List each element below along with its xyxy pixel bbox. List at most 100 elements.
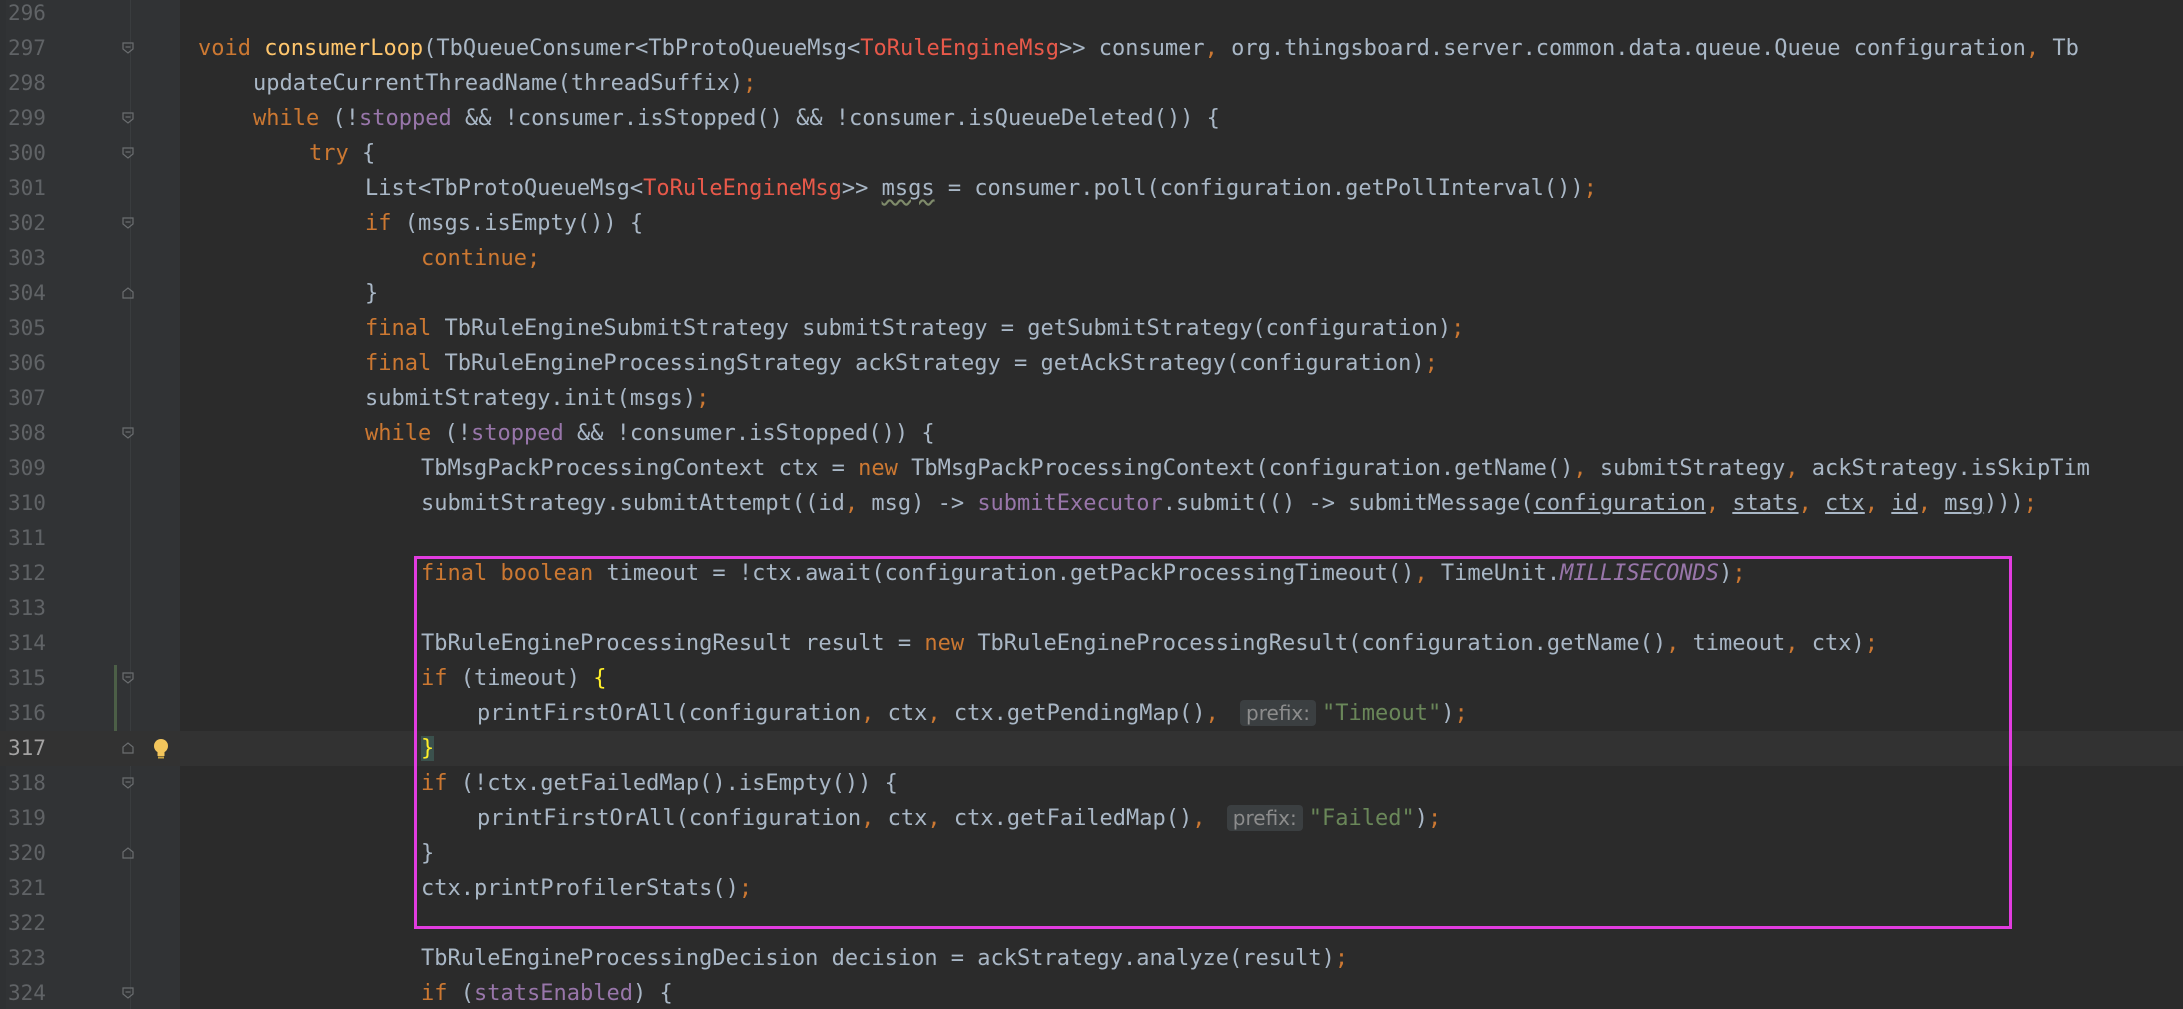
- line-number[interactable]: 302: [8, 206, 52, 241]
- line-number[interactable]: 314: [8, 626, 52, 661]
- code-text[interactable]: submitStrategy.submitAttempt((id, msg) -…: [421, 486, 2037, 521]
- code-line-303[interactable]: 303 continue;: [0, 241, 2183, 276]
- code-line-322[interactable]: 322: [0, 906, 2183, 941]
- code-editor[interactable]: 296 297 void consumerLoop(TbQueueConsume…: [0, 0, 2183, 1009]
- line-number[interactable]: 304: [8, 276, 52, 311]
- lightbulb-icon[interactable]: [151, 737, 171, 761]
- code-line-315[interactable]: 315 if (timeout) {: [0, 661, 2183, 696]
- code-text[interactable]: printFirstOrAll(configuration, ctx, ctx.…: [477, 801, 1441, 836]
- line-number[interactable]: 315: [8, 661, 52, 696]
- code-text[interactable]: if (timeout) {: [421, 661, 606, 696]
- line-number[interactable]: 309: [8, 451, 52, 486]
- code-text[interactable]: try {: [309, 136, 375, 171]
- line-number[interactable]: 303: [8, 241, 52, 276]
- line-number[interactable]: 298: [8, 66, 52, 101]
- code-line-302[interactable]: 302 if (msgs.isEmpty()) {: [0, 206, 2183, 241]
- code-line-311[interactable]: 311: [0, 521, 2183, 556]
- code-text[interactable]: final TbRuleEngineSubmitStrategy submitS…: [365, 311, 1464, 346]
- code-text[interactable]: if (!ctx.getFailedMap().isEmpty()) {: [421, 766, 898, 801]
- code-line-323[interactable]: 323 TbRuleEngineProcessingDecision decis…: [0, 941, 2183, 976]
- code-line-306[interactable]: 306 final TbRuleEngineProcessingStrategy…: [0, 346, 2183, 381]
- code-text[interactable]: while (!stopped && !consumer.isStopped()…: [365, 416, 935, 451]
- line-number[interactable]: 324: [8, 976, 52, 1009]
- code-line-310[interactable]: 310 submitStrategy.submitAttempt((id, ms…: [0, 486, 2183, 521]
- code-text[interactable]: TbMsgPackProcessingContext ctx = new TbM…: [421, 451, 2090, 486]
- line-number[interactable]: 320: [8, 836, 52, 871]
- code-line-312[interactable]: 312 final boolean timeout = !ctx.await(c…: [0, 556, 2183, 591]
- token-captured-variable: msg: [1944, 491, 1985, 516]
- code-text[interactable]: List<TbProtoQueueMsg<ToRuleEngineMsg>> m…: [365, 171, 1597, 206]
- line-number[interactable]: 305: [8, 311, 52, 346]
- code-text[interactable]: updateCurrentThreadName(threadSuffix);: [253, 66, 756, 101]
- line-number[interactable]: 318: [8, 766, 52, 801]
- code-text[interactable]: }: [365, 276, 378, 311]
- token-comma: ,: [861, 806, 888, 831]
- line-number[interactable]: 311: [8, 521, 52, 556]
- fold-collapse-icon[interactable]: [122, 217, 134, 229]
- line-number[interactable]: 316: [8, 696, 52, 731]
- code-line-316[interactable]: 316 printFirstOrAll(configuration, ctx, …: [0, 696, 2183, 731]
- line-number[interactable]: 319: [8, 801, 52, 836]
- code-line-313[interactable]: 313: [0, 591, 2183, 626]
- line-number[interactable]: 301: [8, 171, 52, 206]
- code-text[interactable]: TbRuleEngineProcessingResult result = ne…: [421, 626, 1878, 661]
- line-number[interactable]: 317: [8, 731, 52, 766]
- code-text[interactable]: void consumerLoop(TbQueueConsumer<TbProt…: [198, 31, 2079, 66]
- code-line-305[interactable]: 305 final TbRuleEngineSubmitStrategy sub…: [0, 311, 2183, 346]
- code-line-320[interactable]: 320 }: [0, 836, 2183, 871]
- line-number[interactable]: 321: [8, 871, 52, 906]
- fold-end-icon[interactable]: [122, 742, 134, 754]
- fold-collapse-icon[interactable]: [122, 777, 134, 789]
- line-number[interactable]: 306: [8, 346, 52, 381]
- code-line-321[interactable]: 321 ctx.printProfilerStats();: [0, 871, 2183, 906]
- code-line-301[interactable]: 301 List<TbProtoQueueMsg<ToRuleEngineMsg…: [0, 171, 2183, 206]
- code-line-307[interactable]: 307 submitStrategy.init(msgs);: [0, 381, 2183, 416]
- code-line-314[interactable]: 314 TbRuleEngineProcessingResult result …: [0, 626, 2183, 661]
- code-line-300[interactable]: 300 try {: [0, 136, 2183, 171]
- line-number[interactable]: 312: [8, 556, 52, 591]
- fold-collapse-icon[interactable]: [122, 987, 134, 999]
- code-text[interactable]: continue;: [421, 241, 540, 276]
- line-number[interactable]: 299: [8, 101, 52, 136]
- code-text[interactable]: TbRuleEngineProcessingDecision decision …: [421, 941, 1348, 976]
- code-line-297[interactable]: 297 void consumerLoop(TbQueueConsumer<Tb…: [0, 31, 2183, 66]
- code-line-299[interactable]: 299 while (!stopped && !consumer.isStopp…: [0, 101, 2183, 136]
- line-number[interactable]: 310: [8, 486, 52, 521]
- line-number[interactable]: 296: [8, 0, 52, 31]
- line-number[interactable]: 323: [8, 941, 52, 976]
- code-text[interactable]: }: [421, 836, 434, 871]
- code-line-319[interactable]: 319 printFirstOrAll(configuration, ctx, …: [0, 801, 2183, 836]
- code-line-318[interactable]: 318 if (!ctx.getFailedMap().isEmpty()) {: [0, 766, 2183, 801]
- fold-end-icon[interactable]: [122, 847, 134, 859]
- code-line-324[interactable]: 324 if (statsEnabled) {: [0, 976, 2183, 1009]
- code-text[interactable]: printFirstOrAll(configuration, ctx, ctx.…: [477, 696, 1468, 731]
- line-number[interactable]: 313: [8, 591, 52, 626]
- token-captured-variable: configuration: [1533, 491, 1706, 516]
- code-text[interactable]: final boolean timeout = !ctx.await(confi…: [421, 556, 1746, 591]
- code-text[interactable]: while (!stopped && !consumer.isStopped()…: [253, 101, 1220, 136]
- line-number[interactable]: 297: [8, 31, 52, 66]
- code-text[interactable]: if (statsEnabled) {: [421, 976, 673, 1009]
- fold-collapse-icon[interactable]: [122, 42, 134, 54]
- code-text[interactable]: }: [421, 731, 435, 766]
- code-line-304[interactable]: 304 }: [0, 276, 2183, 311]
- code-text[interactable]: ctx.printProfilerStats();: [421, 871, 752, 906]
- code-text[interactable]: if (msgs.isEmpty()) {: [365, 206, 643, 241]
- line-number[interactable]: 300: [8, 136, 52, 171]
- code-line-308[interactable]: 308 while (!stopped && !consumer.isStopp…: [0, 416, 2183, 451]
- fold-collapse-icon[interactable]: [122, 112, 134, 124]
- line-number[interactable]: 308: [8, 416, 52, 451]
- fold-collapse-icon[interactable]: [122, 147, 134, 159]
- code-text[interactable]: submitStrategy.init(msgs);: [365, 381, 709, 416]
- line-number[interactable]: 307: [8, 381, 52, 416]
- code-line-309[interactable]: 309 TbMsgPackProcessingContext ctx = new…: [0, 451, 2183, 486]
- code-line-317[interactable]: 317 }: [0, 731, 2183, 766]
- fold-collapse-icon[interactable]: [122, 672, 134, 684]
- code-line-296[interactable]: 296: [0, 0, 2183, 31]
- code-line-298[interactable]: 298 updateCurrentThreadName(threadSuffix…: [0, 66, 2183, 101]
- line-number[interactable]: 322: [8, 906, 52, 941]
- token-text: TbRuleEngineSubmitStrategy submitStrateg…: [444, 316, 1452, 341]
- fold-end-icon[interactable]: [122, 287, 134, 299]
- fold-collapse-icon[interactable]: [122, 427, 134, 439]
- code-text[interactable]: final TbRuleEngineProcessingStrategy ack…: [365, 346, 1438, 381]
